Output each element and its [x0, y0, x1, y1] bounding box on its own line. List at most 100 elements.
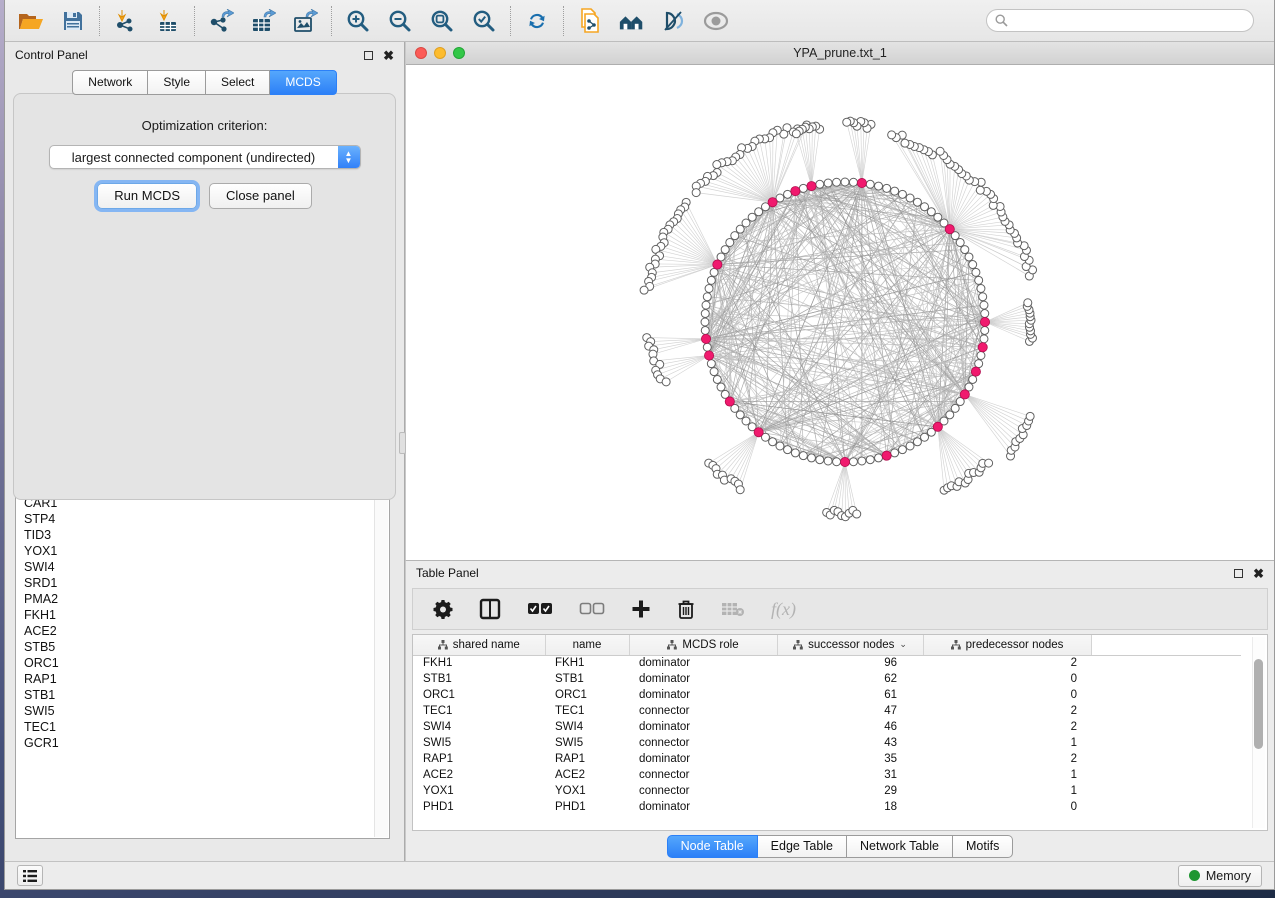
- table-row[interactable]: TEC1TEC1connector472: [413, 703, 1241, 719]
- table-row[interactable]: STB1STB1dominator620: [413, 671, 1241, 687]
- column-header-successor-nodes[interactable]: successor nodes⌄: [777, 635, 923, 655]
- network-node[interactable]: [980, 301, 988, 309]
- export-network-icon[interactable]: [207, 7, 235, 35]
- export-image-icon[interactable]: [291, 7, 319, 35]
- maximize-window-icon[interactable]: [453, 47, 465, 59]
- network-node[interactable]: [981, 326, 989, 334]
- import-network-icon[interactable]: [112, 7, 140, 35]
- network-node[interactable]: [891, 449, 899, 457]
- mcds-result-item[interactable]: SWI4: [24, 559, 374, 575]
- network-node[interactable]: [875, 454, 883, 462]
- mcds-node[interactable]: [857, 178, 866, 187]
- network-node[interactable]: [742, 219, 750, 227]
- mcds-result-item[interactable]: TID3: [24, 527, 374, 543]
- network-node[interactable]: [784, 190, 792, 198]
- select-all-icon[interactable]: [527, 597, 553, 621]
- network-node[interactable]: [969, 261, 977, 269]
- network-node[interactable]: [975, 276, 983, 284]
- network-overview-icon[interactable]: [618, 7, 646, 35]
- table-row[interactable]: PHD1PHD1dominator180: [413, 799, 1241, 815]
- export-table-icon[interactable]: [249, 7, 277, 35]
- mcds-node[interactable]: [754, 428, 763, 437]
- mcds-node[interactable]: [882, 451, 891, 460]
- search-input[interactable]: [1013, 14, 1245, 28]
- delete-table-icon[interactable]: [677, 597, 695, 621]
- network-node[interactable]: [791, 449, 799, 457]
- network-node[interactable]: [707, 360, 715, 368]
- network-node[interactable]: [736, 225, 744, 233]
- tab-node-table[interactable]: Node Table: [667, 835, 758, 858]
- tab-motifs[interactable]: Motifs: [953, 835, 1013, 858]
- network-node[interactable]: [898, 446, 906, 454]
- network-node[interactable]: [969, 375, 977, 383]
- network-node[interactable]: [703, 293, 711, 301]
- network-node[interactable]: [841, 178, 849, 186]
- refresh-icon[interactable]: [523, 7, 551, 35]
- mcds-node[interactable]: [725, 397, 734, 406]
- mcds-result-item[interactable]: STB1: [24, 687, 374, 703]
- network-node[interactable]: [961, 246, 969, 254]
- network-node[interactable]: [875, 182, 883, 190]
- network-node[interactable]: [936, 147, 944, 155]
- tab-network[interactable]: Network: [72, 70, 148, 95]
- mcds-result-item[interactable]: STP4: [24, 511, 374, 527]
- close-panel-button[interactable]: Close panel: [209, 183, 312, 209]
- network-node[interactable]: [726, 238, 734, 246]
- network-node[interactable]: [972, 268, 980, 276]
- table-row[interactable]: ORC1ORC1dominator610: [413, 687, 1241, 703]
- network-node[interactable]: [707, 276, 715, 284]
- network-node[interactable]: [956, 238, 964, 246]
- mcds-node[interactable]: [807, 181, 816, 190]
- float-table-panel-icon[interactable]: [1234, 569, 1243, 578]
- mcds-result-item[interactable]: STB5: [24, 639, 374, 655]
- clone-network-icon[interactable]: [576, 7, 604, 35]
- network-node[interactable]: [703, 343, 711, 351]
- table-row[interactable]: RAP1RAP1dominator352: [413, 751, 1241, 767]
- network-node[interactable]: [913, 438, 921, 446]
- network-node[interactable]: [985, 459, 993, 467]
- column-header-predecessor-nodes[interactable]: predecessor nodes: [923, 635, 1091, 655]
- tab-mcds[interactable]: MCDS: [270, 70, 336, 95]
- mcds-result-item[interactable]: TEC1: [24, 719, 374, 735]
- column-header-name[interactable]: name: [545, 635, 629, 655]
- network-node[interactable]: [710, 268, 718, 276]
- column-header-shared-name[interactable]: shared name: [413, 635, 545, 655]
- table-row[interactable]: SWI4SWI4dominator462: [413, 719, 1241, 735]
- network-node[interactable]: [824, 457, 832, 465]
- network-node[interactable]: [898, 190, 906, 198]
- network-node[interactable]: [927, 208, 935, 216]
- split-handle[interactable]: [399, 432, 406, 454]
- table-scrollbar-thumb[interactable]: [1254, 659, 1263, 749]
- network-node[interactable]: [843, 118, 851, 126]
- table-row[interactable]: SWI5SWI5connector431: [413, 735, 1241, 751]
- column-header-MCDS-role[interactable]: MCDS role: [629, 635, 777, 655]
- network-node[interactable]: [849, 458, 857, 466]
- mcds-node[interactable]: [978, 343, 987, 352]
- network-node[interactable]: [979, 293, 987, 301]
- network-node[interactable]: [951, 404, 959, 412]
- mcds-node[interactable]: [791, 186, 800, 195]
- network-node[interactable]: [784, 446, 792, 454]
- network-node[interactable]: [710, 368, 718, 376]
- network-node[interactable]: [662, 378, 670, 386]
- network-node[interactable]: [702, 301, 710, 309]
- network-node[interactable]: [807, 454, 815, 462]
- network-node[interactable]: [713, 375, 721, 383]
- mcds-result-item[interactable]: YOX1: [24, 543, 374, 559]
- mcds-result-item[interactable]: SWI5: [24, 703, 374, 719]
- unselect-all-icon[interactable]: [579, 597, 605, 621]
- network-node[interactable]: [975, 360, 983, 368]
- zoom-selected-icon[interactable]: [470, 7, 498, 35]
- network-node[interactable]: [736, 411, 744, 419]
- run-mcds-button[interactable]: Run MCDS: [97, 183, 197, 209]
- close-panel-icon[interactable]: ✖: [383, 51, 394, 60]
- mcds-node[interactable]: [704, 351, 713, 360]
- network-node[interactable]: [736, 486, 744, 494]
- mcds-result-item[interactable]: SRD1: [24, 575, 374, 591]
- table-row[interactable]: YOX1YOX1connector291: [413, 783, 1241, 799]
- network-node[interactable]: [1024, 299, 1032, 307]
- network-node[interactable]: [816, 180, 824, 188]
- network-node[interactable]: [866, 180, 874, 188]
- network-node[interactable]: [742, 417, 750, 425]
- mcds-result-item[interactable]: ORC1: [24, 655, 374, 671]
